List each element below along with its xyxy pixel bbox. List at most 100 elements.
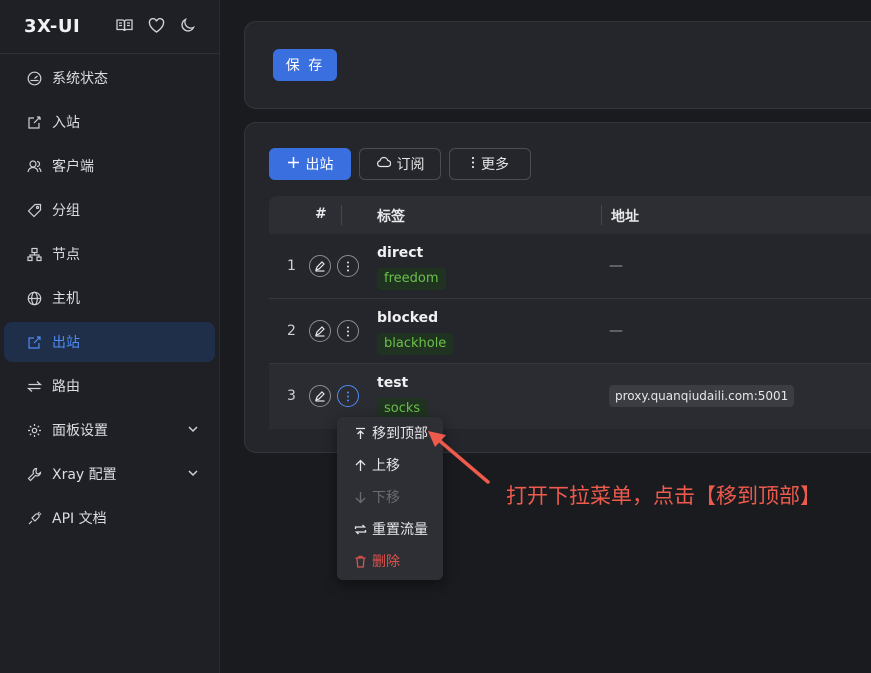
row-menu-button[interactable] [337, 320, 359, 342]
add-outbound-button[interactable]: 出站 [269, 148, 351, 180]
annotation-arrow [428, 431, 490, 484]
arrow-down-icon [354, 491, 367, 504]
inbound-icon [26, 114, 42, 130]
chevron-down-icon [187, 423, 199, 435]
protocol-badge: blackhole [377, 333, 454, 355]
edit-button[interactable] [309, 385, 331, 407]
subscribe-button[interactable]: 订阅 [359, 148, 441, 180]
sidebar-item-label: 分组 [52, 203, 80, 219]
book-icon[interactable] [115, 16, 133, 34]
cluster-icon [26, 246, 42, 262]
brand-header: 3X-UI [0, 0, 219, 54]
menu-item-label: 下移 [372, 490, 400, 506]
row-index: 1 [287, 258, 296, 274]
save-button[interactable]: 保 存 [273, 49, 337, 81]
subscribe-label: 订阅 [396, 157, 425, 173]
sidebar-item-label: 出站 [52, 335, 80, 351]
sidebar-item-label: 面板设置 [52, 423, 108, 439]
sidebar-item-groups[interactable]: 分组 [4, 190, 215, 230]
edit-icon [315, 261, 325, 272]
chevron-down-icon [187, 467, 199, 479]
plus-icon [287, 156, 300, 173]
sidebar-item-clients[interactable]: 客户端 [4, 146, 215, 186]
sidebar: 3X-UI 系统状态 入站 客户端 分组 节点 主机 出站 路由 面板设置 Xr… [0, 0, 220, 673]
sidebar-item-xray-config[interactable]: Xray 配置 [4, 454, 215, 494]
menu-item-label: 上移 [372, 458, 400, 474]
sidebar-item-panel-settings[interactable]: 面板设置 [4, 410, 215, 450]
outbound-address: proxy.quanqiudaili.com:5001 [609, 385, 795, 407]
table-row: 1 direct freedom — [269, 234, 871, 299]
menu-item-label: 删除 [372, 554, 400, 570]
column-divider [601, 205, 602, 225]
cloud-icon [376, 156, 391, 172]
outbound-table: # 标签 地址 1 direct freedom — 2 blocked bla… [269, 196, 871, 429]
edit-icon [315, 391, 325, 402]
edit-icon [315, 326, 325, 337]
row-index: 2 [287, 323, 296, 339]
menu-item-delete[interactable]: 删除 [337, 545, 443, 577]
outbound-tag: blocked [377, 310, 439, 326]
users-icon [26, 158, 42, 174]
app-title: 3X-UI [24, 16, 81, 37]
more-vertical-icon [347, 391, 349, 401]
globe-icon [26, 290, 42, 306]
outbound-card: 出站 订阅 更多 # 标签 地址 1 direct freedom — 2 bl [244, 122, 871, 453]
sidebar-item-inbound[interactable]: 入站 [4, 102, 215, 142]
reset-icon [354, 523, 367, 536]
sidebar-nav: 系统状态 入站 客户端 分组 节点 主机 出站 路由 面板设置 Xray 配置 … [0, 54, 219, 538]
more-vertical-icon [471, 156, 475, 173]
row-index: 3 [287, 388, 296, 404]
outbound-icon [26, 334, 42, 350]
outbound-address: — [609, 323, 623, 339]
column-header-address: 地址 [611, 209, 639, 225]
column-divider [341, 205, 342, 225]
sidebar-item-label: 系统状态 [52, 71, 108, 87]
swap-icon [26, 378, 42, 394]
sidebar-item-outbound[interactable]: 出站 [4, 322, 215, 362]
trash-icon [354, 555, 367, 568]
sidebar-item-label: 路由 [52, 379, 80, 395]
moon-icon[interactable] [179, 16, 197, 34]
api-icon [26, 510, 42, 526]
row-menu-button[interactable] [337, 385, 359, 407]
row-menu-button[interactable] [337, 255, 359, 277]
edit-button[interactable] [309, 320, 331, 342]
sidebar-item-hosts[interactable]: 主机 [4, 278, 215, 318]
menu-item-reset-traffic[interactable]: 重置流量 [337, 513, 443, 545]
sidebar-item-label: Xray 配置 [52, 467, 117, 483]
move-top-icon [354, 427, 367, 440]
outbound-address: — [609, 258, 623, 274]
more-button[interactable]: 更多 [449, 148, 531, 180]
more-vertical-icon [347, 326, 349, 336]
column-header-index: # [315, 206, 327, 222]
arrow-up-icon [354, 459, 367, 472]
sidebar-item-label: 入站 [52, 115, 80, 131]
header-icons [115, 16, 197, 34]
sidebar-item-api-docs[interactable]: API 文档 [4, 498, 215, 538]
menu-item-label: 重置流量 [372, 522, 428, 538]
tag-icon [26, 202, 42, 218]
sidebar-item-system-status[interactable]: 系统状态 [4, 58, 215, 98]
wrench-icon [26, 466, 42, 482]
gear-icon [26, 422, 42, 438]
sidebar-item-routing[interactable]: 路由 [4, 366, 215, 406]
sidebar-item-label: 节点 [52, 247, 80, 263]
protocol-badge: freedom [377, 268, 446, 290]
more-label: 更多 [481, 157, 509, 173]
save-card: 保 存 [244, 21, 871, 109]
table-row: 2 blocked blackhole — [269, 299, 871, 364]
sidebar-item-label: 客户端 [52, 159, 94, 175]
annotation-text: 打开下拉菜单，点击【移到顶部】 [506, 484, 821, 508]
sidebar-item-label: API 文档 [52, 511, 107, 527]
table-header: # 标签 地址 [269, 196, 871, 234]
more-vertical-icon [347, 261, 349, 271]
add-outbound-label: 出站 [305, 157, 334, 173]
outbound-tag: test [377, 375, 409, 391]
dashboard-icon [26, 70, 42, 86]
outbound-tag: direct [377, 245, 424, 261]
edit-button[interactable] [309, 255, 331, 277]
column-header-tag: 标签 [377, 209, 405, 225]
heart-icon[interactable] [147, 16, 165, 34]
sidebar-item-label: 主机 [52, 291, 80, 307]
sidebar-item-nodes[interactable]: 节点 [4, 234, 215, 274]
